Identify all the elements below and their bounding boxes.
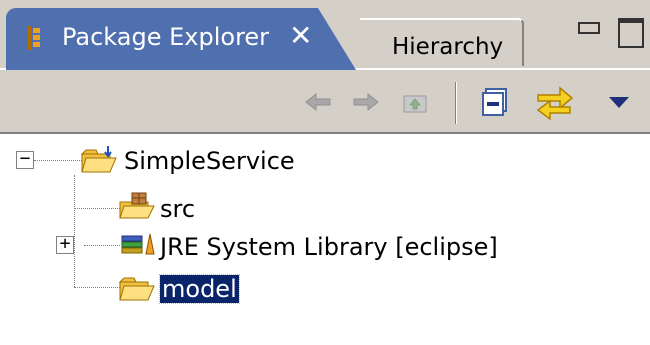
library-icon	[121, 233, 155, 255]
maximize-icon[interactable]	[618, 18, 644, 48]
source-folder-icon	[119, 192, 155, 219]
minimize-icon[interactable]	[578, 22, 600, 34]
link-with-editor-icon[interactable]	[532, 82, 576, 122]
expand-toggle[interactable]: +	[56, 235, 74, 254]
tab-package-explorer-label: Package Explorer	[62, 23, 270, 51]
tree-item-label: JRE System Library [eclipse]	[160, 233, 498, 261]
back-arrow-icon[interactable]	[302, 82, 334, 122]
tree-connector	[74, 208, 120, 209]
collapse-all-icon[interactable]	[478, 82, 512, 122]
collapse-toggle[interactable]: −	[16, 150, 34, 169]
up-folder-icon[interactable]	[398, 82, 432, 122]
tree-connector	[74, 287, 120, 288]
view-menu-icon[interactable]	[604, 82, 634, 122]
folder-icon	[118, 277, 155, 301]
package-explorer-icon	[28, 26, 40, 50]
tab-hierarchy-label: Hierarchy	[392, 34, 504, 60]
tree-connector	[84, 245, 120, 246]
tree-item-simpleservice[interactable]: SimpleService	[124, 144, 295, 178]
tab-package-explorer[interactable]: Package Explorer ✕	[6, 8, 356, 70]
tree-connector	[74, 175, 75, 287]
tree-item-label: src	[160, 195, 196, 223]
tree-item-src[interactable]: src	[160, 192, 195, 226]
tree-item-label: SimpleService	[124, 147, 295, 175]
tree-connector	[34, 160, 82, 161]
tree-item-model[interactable]: model	[159, 272, 240, 306]
close-icon[interactable]: ✕	[289, 19, 312, 52]
tree-item-jre-system-library[interactable]: JRE System Library [eclipse]	[160, 230, 498, 264]
toolbar-separator	[455, 82, 457, 124]
forward-arrow-icon[interactable]	[350, 82, 382, 122]
tree-item-label: model	[159, 274, 240, 304]
project-folder-icon	[80, 146, 117, 173]
tab-hierarchy[interactable]: Hierarchy	[360, 18, 524, 66]
